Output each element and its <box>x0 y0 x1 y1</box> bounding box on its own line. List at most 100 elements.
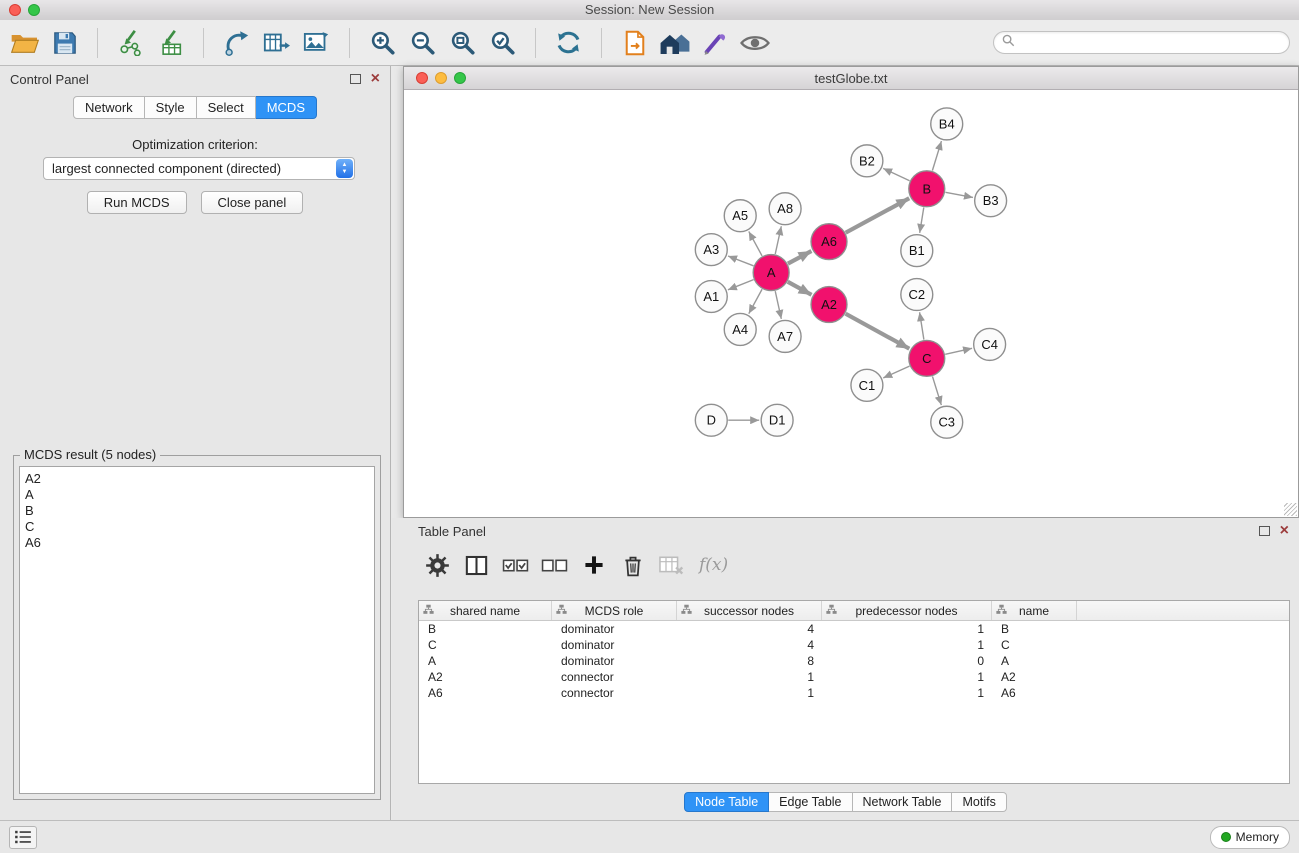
import-table-icon[interactable] <box>155 26 186 60</box>
table-cell[interactable]: 1 <box>822 686 992 700</box>
table-cell[interactable]: 4 <box>677 638 822 652</box>
graph-node-D[interactable]: D <box>695 404 727 436</box>
column-header-successor-nodes[interactable]: successor nodes <box>677 601 822 620</box>
zoom-fit-icon[interactable] <box>447 26 478 60</box>
graph-node-B3[interactable]: B3 <box>975 185 1007 217</box>
tab-network[interactable]: Network <box>73 96 145 119</box>
table-cell[interactable]: C <box>419 638 552 652</box>
mcds-result-item[interactable]: A2 <box>20 471 374 487</box>
annotation-icon[interactable] <box>699 26 730 60</box>
graph-node-A2[interactable]: A2 <box>811 287 847 323</box>
graph-node-C2[interactable]: C2 <box>901 279 933 311</box>
graph-node-C[interactable]: C <box>909 340 945 376</box>
column-edit-icon[interactable] <box>681 604 692 618</box>
tab-style[interactable]: Style <box>145 96 197 119</box>
table-row[interactable]: Cdominator41C <box>419 637 1289 653</box>
refresh-network-icon[interactable] <box>553 26 584 60</box>
column-edit-icon[interactable] <box>996 604 1007 618</box>
zoom-selected-icon[interactable] <box>487 26 518 60</box>
column-edit-icon[interactable] <box>556 604 567 618</box>
table-cell[interactable]: 0 <box>822 654 992 668</box>
search-box[interactable] <box>993 31 1290 54</box>
column-edit-icon[interactable] <box>423 604 434 618</box>
edge-A-A4[interactable] <box>749 289 762 313</box>
edge-B-B3[interactable] <box>945 192 973 197</box>
show-panels-button[interactable] <box>9 826 37 849</box>
table-row[interactable]: Bdominator41B <box>419 621 1289 637</box>
tab-edge-table[interactable]: Edge Table <box>769 792 852 812</box>
column-header-mcds-role[interactable]: MCDS role <box>552 601 677 620</box>
table-cell[interactable]: A <box>419 654 552 668</box>
mcds-result-item[interactable]: B <box>20 503 374 519</box>
tab-mcds[interactable]: MCDS <box>256 96 317 119</box>
graph-node-C4[interactable]: C4 <box>974 328 1006 360</box>
show-hide-icon[interactable] <box>739 26 770 60</box>
table-cell[interactable]: 1 <box>822 670 992 684</box>
graph-node-A3[interactable]: A3 <box>695 234 727 266</box>
gear-icon[interactable] <box>424 552 451 579</box>
table-cell[interactable]: connector <box>552 670 677 684</box>
edge-B-B4[interactable] <box>932 141 941 171</box>
column-edit-icon[interactable] <box>826 604 837 618</box>
table-cell[interactable]: A <box>992 654 1077 668</box>
table-cell[interactable]: 1 <box>677 686 822 700</box>
table-cell[interactable]: A6 <box>992 686 1077 700</box>
close-control-panel-icon[interactable]: × <box>371 72 380 86</box>
close-panel-button[interactable]: Close panel <box>201 191 304 214</box>
tab-motifs[interactable]: Motifs <box>952 792 1006 812</box>
edge-A2-C[interactable] <box>846 314 910 349</box>
columns-icon[interactable] <box>463 552 490 579</box>
edge-C-C2[interactable] <box>920 312 924 339</box>
mcds-result-item[interactable]: C <box>20 519 374 535</box>
criterion-dropdown[interactable]: largest connected component (directed) ▲… <box>43 157 355 180</box>
edge-B-B2[interactable] <box>883 168 909 180</box>
delete-column-icon[interactable] <box>658 552 685 579</box>
tab-network-table[interactable]: Network Table <box>853 792 953 812</box>
select-all-icon[interactable] <box>502 552 529 579</box>
import-network-icon[interactable] <box>115 26 146 60</box>
graph-node-A6[interactable]: A6 <box>811 224 847 260</box>
table-cell[interactable]: 1 <box>822 638 992 652</box>
column-header-predecessor-nodes[interactable]: predecessor nodes <box>822 601 992 620</box>
edge-A6-B[interactable] <box>846 198 910 232</box>
column-header-shared-name[interactable]: shared name <box>419 601 552 620</box>
save-session-icon[interactable] <box>49 26 80 60</box>
run-mcds-button[interactable]: Run MCDS <box>87 191 187 214</box>
float-table-panel-icon[interactable] <box>1259 526 1270 536</box>
mcds-result-item[interactable]: A6 <box>20 535 374 551</box>
zoom-in-icon[interactable] <box>367 26 398 60</box>
home-icon[interactable] <box>659 26 690 60</box>
graph-node-C3[interactable]: C3 <box>931 406 963 438</box>
network-canvas[interactable]: AA1A2A3A4A5A6A7A8BB1B2B3B4CC1C2C3C4DD1 <box>404 90 1298 517</box>
deselect-all-icon[interactable] <box>541 552 568 579</box>
graph-node-A4[interactable]: A4 <box>724 313 756 345</box>
column-header-name[interactable]: name <box>992 601 1077 620</box>
table-row[interactable]: A2connector11A2 <box>419 669 1289 685</box>
edge-A-A7[interactable] <box>775 291 781 319</box>
network-zoom-traffic-light[interactable] <box>454 72 466 84</box>
export-document-icon[interactable] <box>619 26 650 60</box>
edge-A-A2[interactable] <box>788 282 812 295</box>
table-cell[interactable]: connector <box>552 686 677 700</box>
graph-node-B2[interactable]: B2 <box>851 145 883 177</box>
resize-grip[interactable] <box>1284 503 1297 516</box>
graph-node-B4[interactable]: B4 <box>931 108 963 140</box>
tab-select[interactable]: Select <box>197 96 256 119</box>
close-table-panel-icon[interactable]: × <box>1280 524 1289 538</box>
table-cell[interactable]: 1 <box>822 622 992 636</box>
table-cell[interactable]: 8 <box>677 654 822 668</box>
table-cell[interactable]: 4 <box>677 622 822 636</box>
edge-A-A5[interactable] <box>749 231 762 255</box>
graph-node-D1[interactable]: D1 <box>761 404 793 436</box>
edge-C-C4[interactable] <box>945 348 972 354</box>
memory-button[interactable]: Memory <box>1210 826 1290 849</box>
table-cell[interactable]: B <box>419 622 552 636</box>
graph-node-A8[interactable]: A8 <box>769 193 801 225</box>
graph-node-A7[interactable]: A7 <box>769 320 801 352</box>
delete-row-icon[interactable] <box>619 552 646 579</box>
graph-node-C1[interactable]: C1 <box>851 369 883 401</box>
network-table-icon[interactable] <box>261 26 292 60</box>
edge-A-A1[interactable] <box>728 280 754 290</box>
export-image-icon[interactable] <box>301 26 332 60</box>
table-row[interactable]: A6connector11A6 <box>419 685 1289 701</box>
